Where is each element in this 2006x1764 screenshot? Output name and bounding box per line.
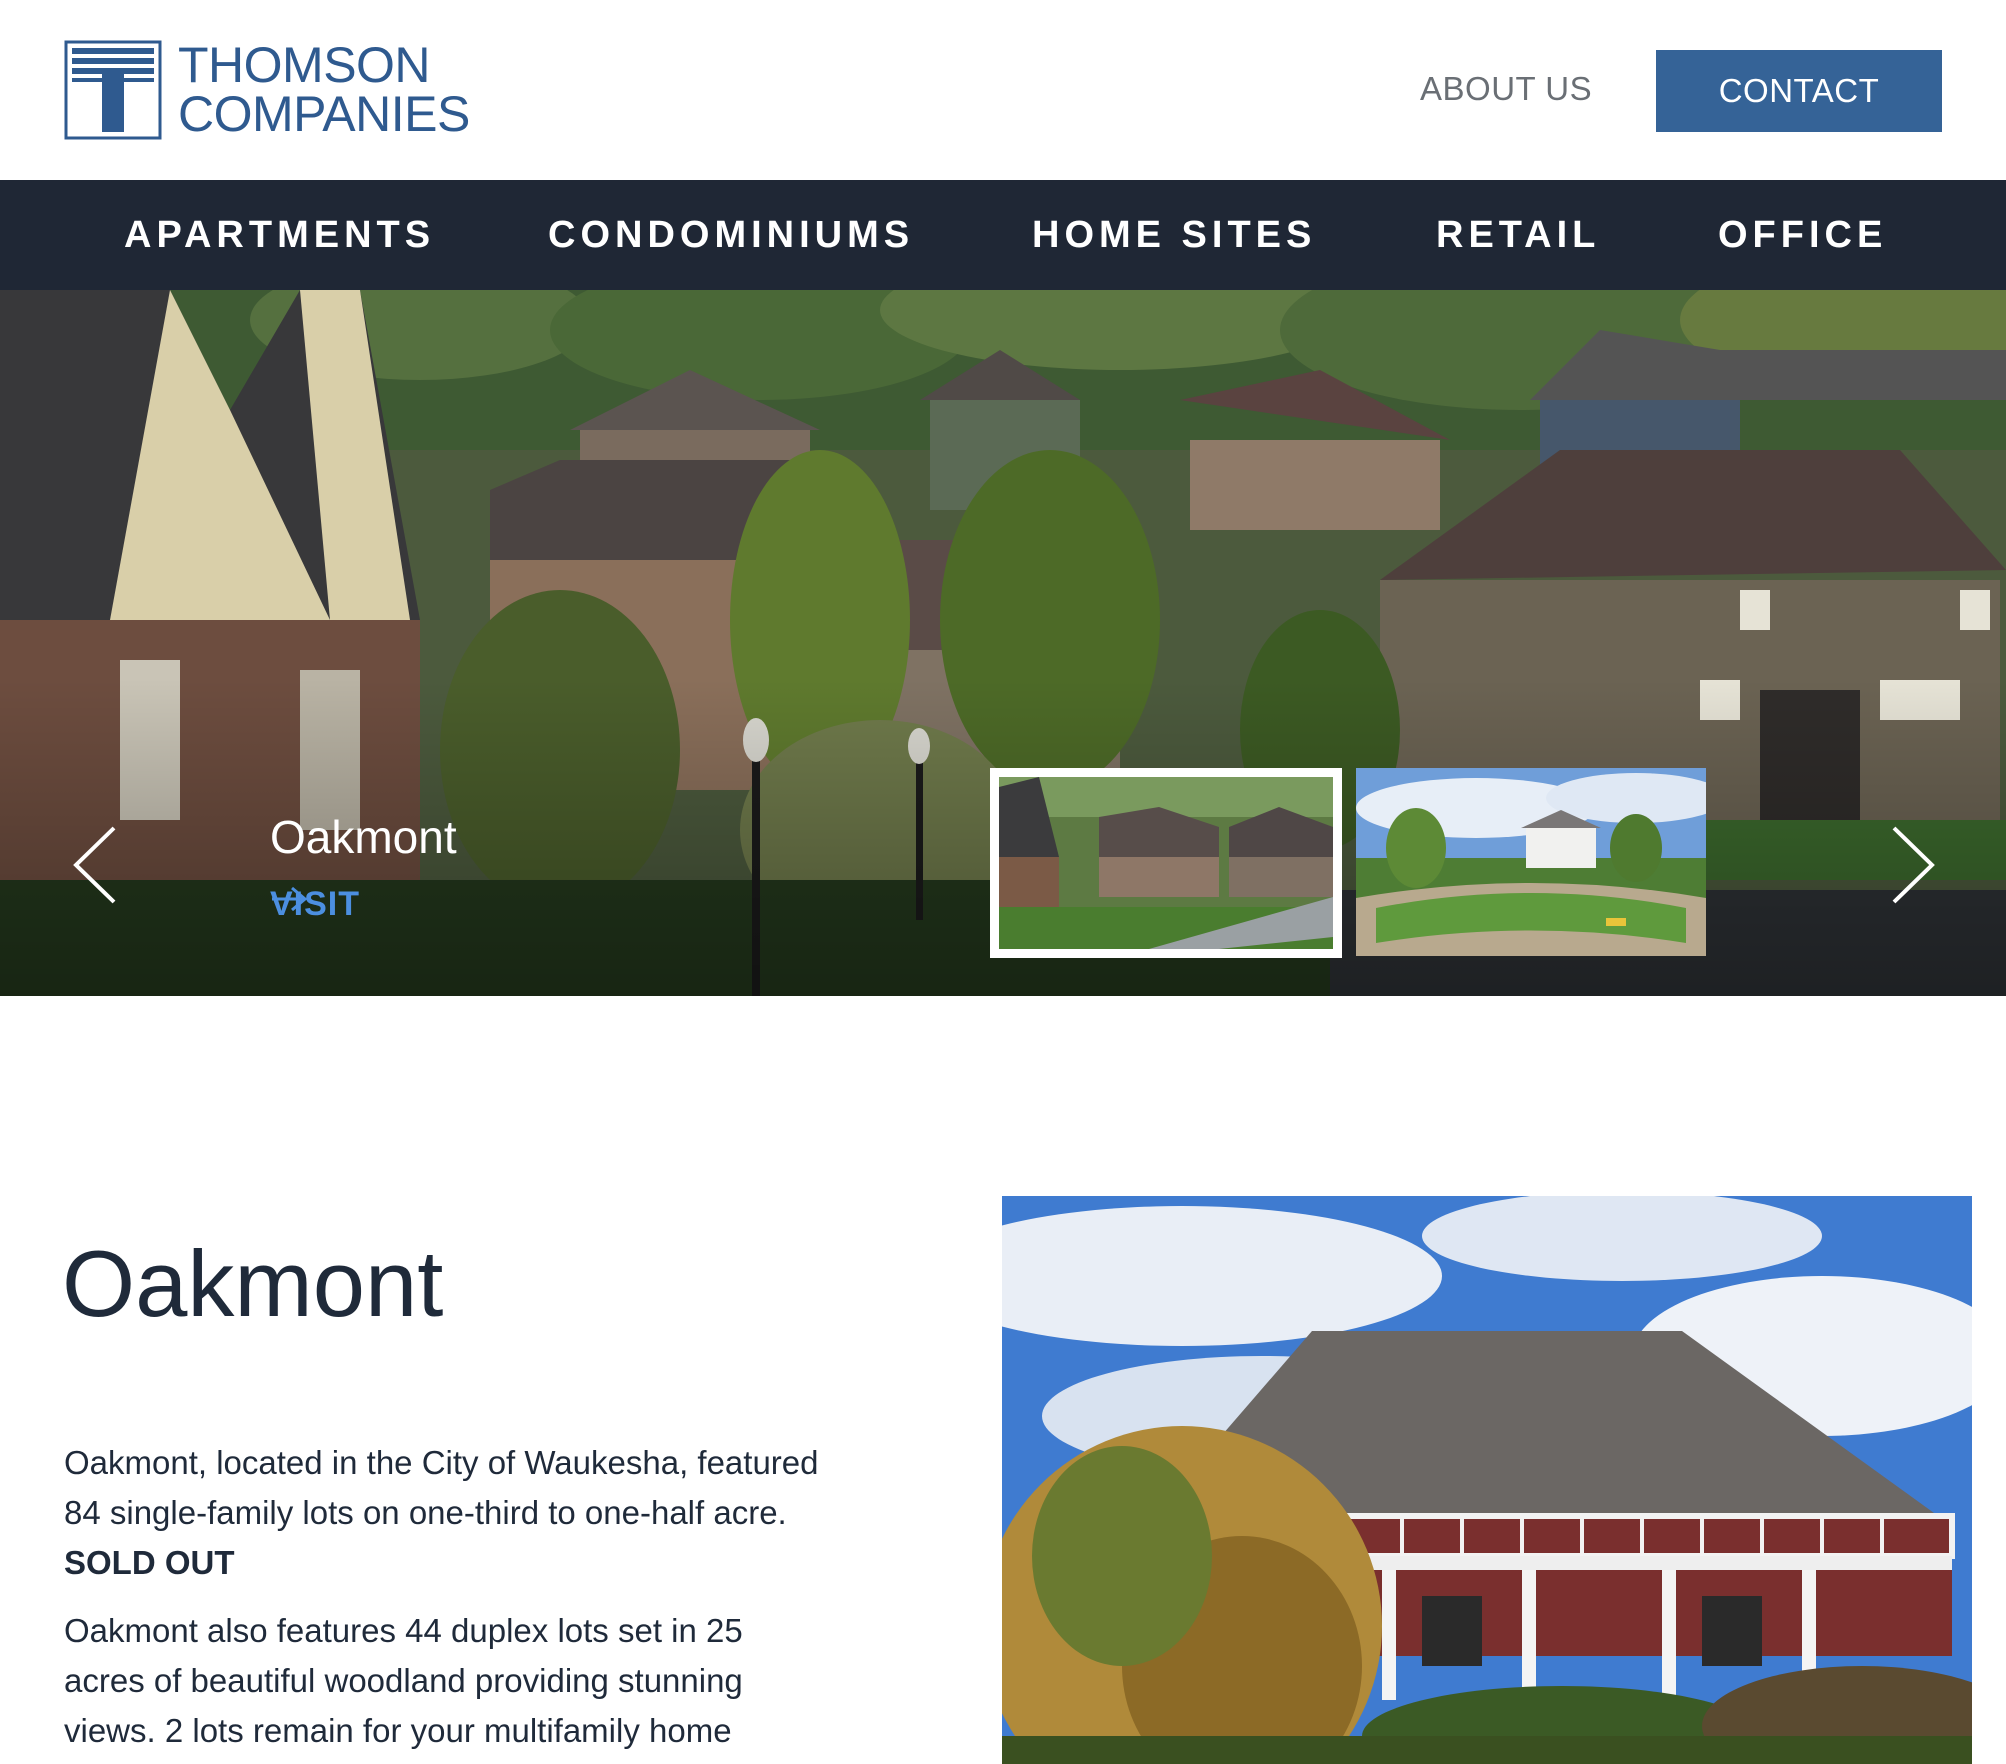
sold-out-label: SOLD OUT (64, 1544, 235, 1581)
hero-slide-title: Oakmont (270, 811, 457, 863)
nav-item-office[interactable]: OFFICE (1718, 180, 1887, 290)
nav-item-condominiums[interactable]: CONDOMINIUMS (548, 180, 914, 290)
nav-item-retail[interactable]: RETAIL (1436, 180, 1600, 290)
description-paragraph-1: Oakmont, located in the City of Waukesha… (64, 1438, 824, 1588)
hero-carousel: Oakmont VISIT (0, 290, 2006, 996)
thumb-image-2 (1356, 768, 1706, 956)
about-us-link[interactable]: ABOUT US (1420, 70, 1592, 108)
nav-item-apartments[interactable]: APARTMENTS (124, 180, 435, 290)
carousel-thumb-2[interactable] (1356, 768, 1706, 956)
chevron-left-icon[interactable] (66, 820, 126, 910)
hero-visit-link[interactable]: VISIT (270, 885, 360, 924)
arrow-right-icon (272, 886, 308, 912)
house-photo (1002, 1196, 1972, 1764)
page-title: Oakmont (62, 1231, 444, 1336)
carousel-thumb-1[interactable] (990, 768, 1342, 958)
chevron-right-icon[interactable] (1882, 820, 1942, 910)
thumb-image-1 (999, 777, 1333, 949)
logo-text: THOMSON COMPANIES (178, 37, 470, 142)
house-image (1002, 1196, 1972, 1764)
logo-line-2: COMPANIES (178, 86, 470, 142)
nav-item-home-sites[interactable]: HOME SITES (1032, 180, 1316, 290)
description-text-1: Oakmont, located in the City of Waukesha… (64, 1444, 819, 1531)
logo-line-1: THOMSON (178, 37, 431, 93)
description-paragraph-2: Oakmont also features 44 duplex lots set… (64, 1612, 743, 1749)
main-nav: APARTMENTS CONDOMINIUMS HOME SITES RETAI… (0, 180, 2006, 290)
contact-button[interactable]: CONTACT (1656, 50, 1942, 132)
logo[interactable]: THOMSON COMPANIES (64, 40, 470, 140)
top-header: THOMSON COMPANIES ABOUT US CONTACT (0, 0, 2006, 180)
thomson-logo-icon (64, 40, 162, 140)
